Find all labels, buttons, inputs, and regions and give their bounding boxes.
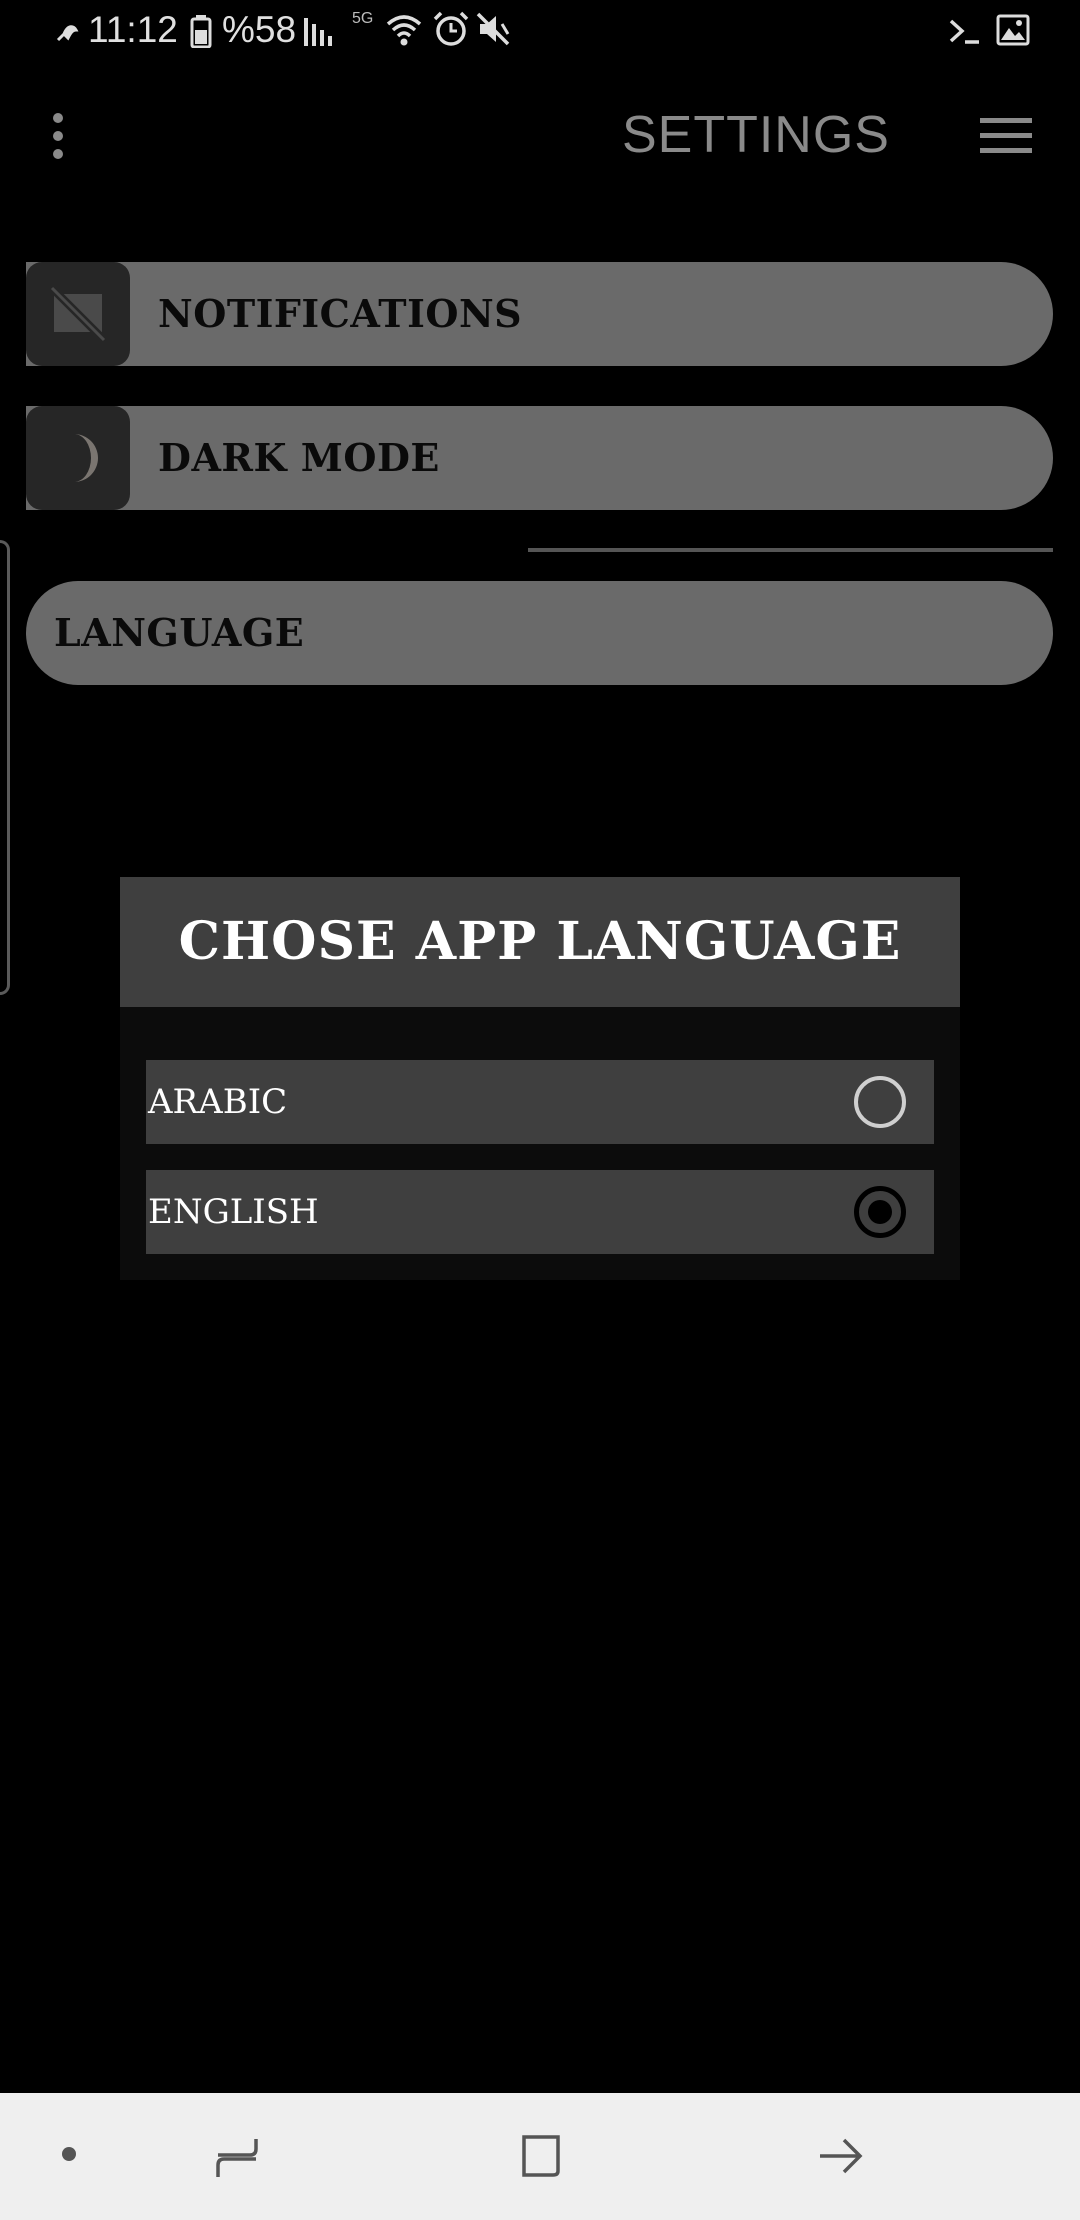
radio-unselected-icon[interactable] xyxy=(854,1076,906,1128)
more-options-button[interactable] xyxy=(40,110,76,164)
dialog-title: CHOSE APP LANGUAGE xyxy=(178,911,902,972)
language-option-english[interactable]: ENGLISH xyxy=(146,1170,934,1254)
notifications-label: NOTIFICATIONS xyxy=(158,291,523,336)
terminal-icon xyxy=(949,19,979,44)
dot-icon[interactable] xyxy=(60,2145,78,2163)
image-icon xyxy=(996,14,1030,46)
notifications-icon-box xyxy=(26,262,130,366)
radio-selected-icon[interactable] xyxy=(854,1186,906,1238)
notifications-setting[interactable]: NOTIFICATIONS xyxy=(26,262,1053,366)
language-setting[interactable]: LANGUAGE xyxy=(26,581,1053,685)
page-title: SETTINGS xyxy=(621,106,890,164)
home-icon[interactable] xyxy=(518,2133,564,2179)
status-bar: 11:12 %58 5G xyxy=(0,0,1080,62)
alarm-icon xyxy=(433,11,469,46)
dark-mode-label: DARK MODE xyxy=(158,435,440,480)
hamburger-menu-icon xyxy=(980,118,1032,153)
dialog-header: CHOSE APP LANGUAGE xyxy=(120,877,960,1007)
signal-icon xyxy=(304,18,332,46)
moon-icon xyxy=(74,434,98,482)
wifi-icon xyxy=(386,15,422,46)
network-type: 5G xyxy=(352,10,374,27)
recent-apps-icon[interactable] xyxy=(214,2133,260,2179)
battery-percent: %58 xyxy=(222,9,297,50)
dark-mode-setting[interactable]: DARK MODE xyxy=(26,406,1053,510)
language-label: LANGUAGE xyxy=(54,610,305,655)
menu-button[interactable] xyxy=(980,116,1032,156)
divider xyxy=(528,548,1053,552)
mute-icon xyxy=(476,12,510,46)
dark-mode-icon-box xyxy=(26,406,130,510)
edge-panel-handle[interactable] xyxy=(0,540,10,995)
navigation-bar xyxy=(0,2093,1080,2220)
notifications-off-icon xyxy=(49,285,107,343)
fountain-pen-icon xyxy=(56,25,79,42)
battery-icon xyxy=(190,15,212,48)
more-vertical-icon xyxy=(53,113,63,159)
status-time: 11:12 xyxy=(88,9,178,50)
option-label: ENGLISH xyxy=(148,1192,319,1232)
language-option-arabic[interactable]: ARABIC xyxy=(146,1060,934,1144)
back-icon[interactable] xyxy=(818,2133,864,2179)
language-dialog: CHOSE APP LANGUAGE ARABIC ENGLISH xyxy=(120,877,960,1280)
option-label: ARABIC xyxy=(148,1082,288,1122)
